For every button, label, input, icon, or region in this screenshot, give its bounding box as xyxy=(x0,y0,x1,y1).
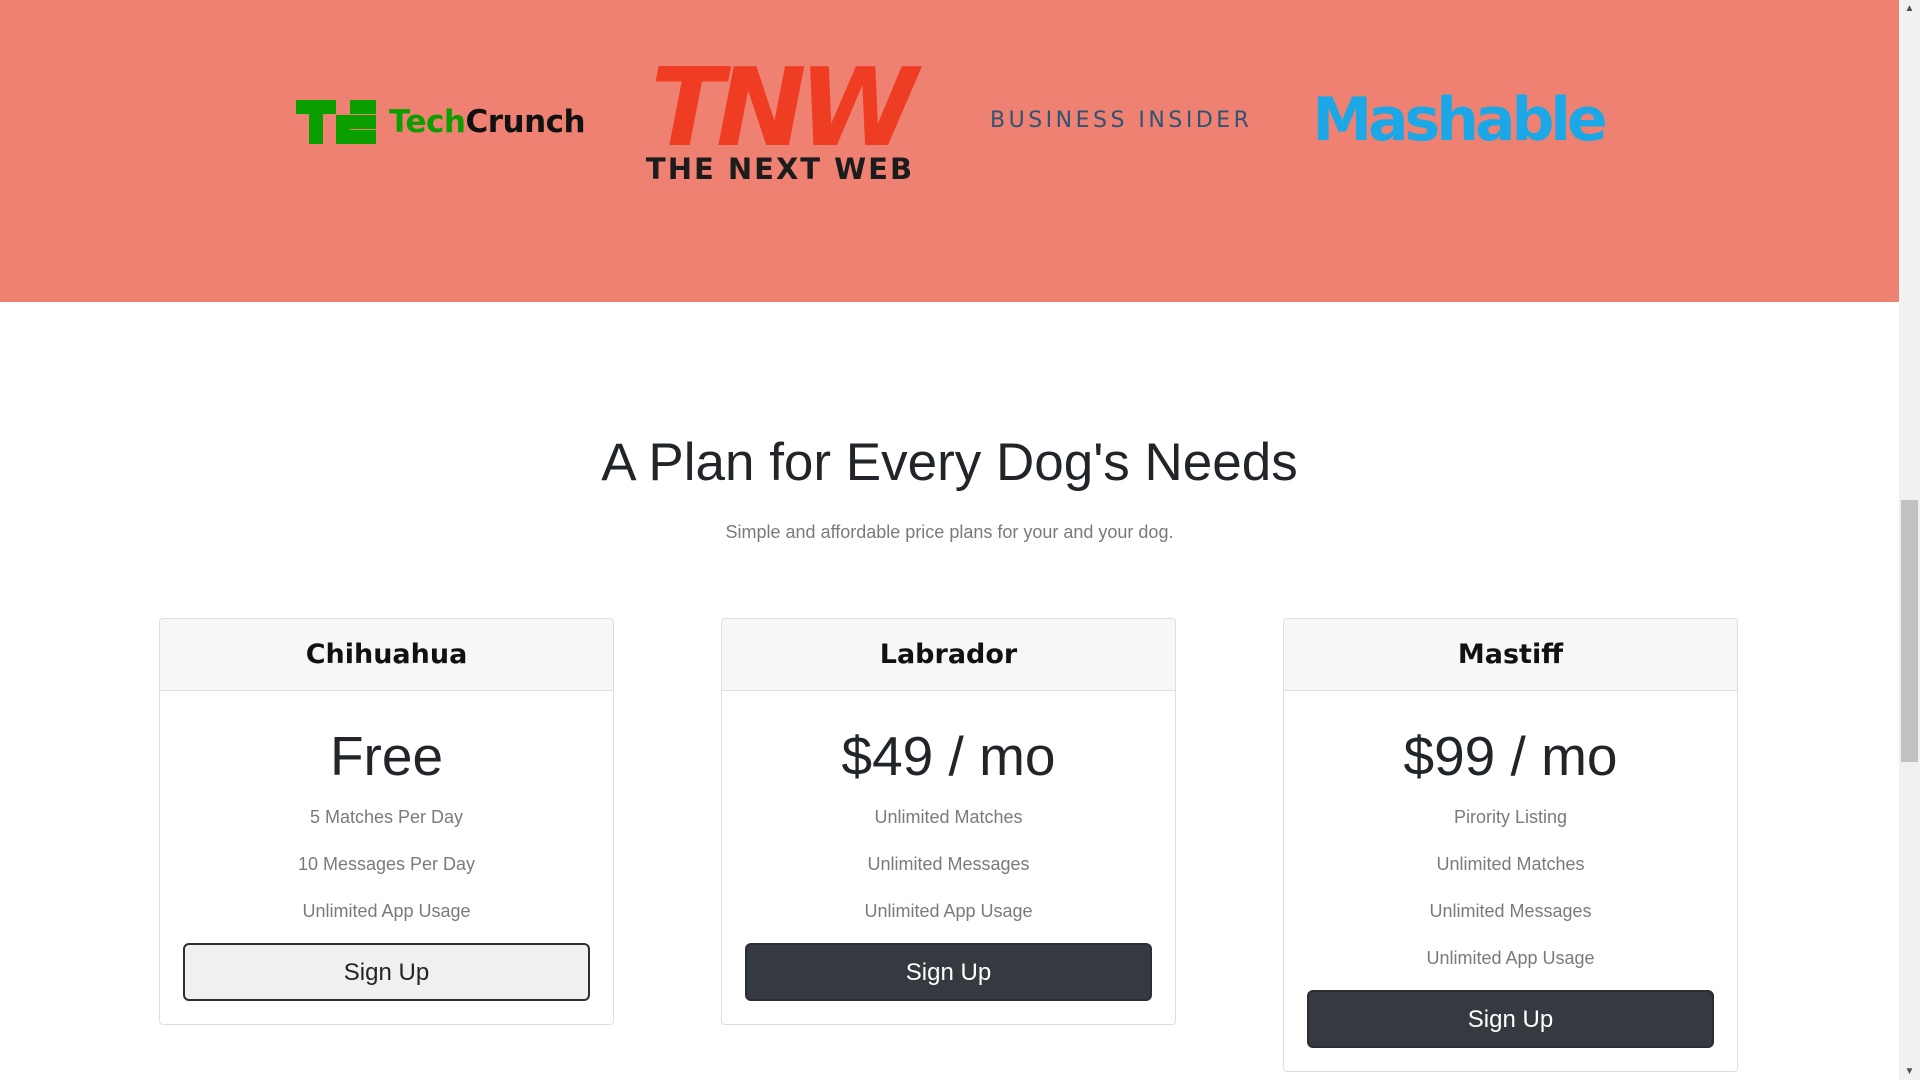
plan-feature: Unlimited App Usage xyxy=(1426,948,1595,968)
plan-features: Pirority Listing Unlimited Matches Unlim… xyxy=(1284,802,1737,990)
plan-card-mastiff: Mastiff $99 / mo Pirority Listing Unlimi… xyxy=(1283,618,1738,1072)
page: TechCrunch TNW THE NEXT WEB BUSINESS INS… xyxy=(0,0,1899,1080)
vertical-scrollbar[interactable]: ▲ ▼ xyxy=(1899,0,1920,1080)
techcrunch-tc-icon xyxy=(296,100,376,144)
tnw-mark: TNW xyxy=(650,46,917,171)
sign-up-button-labrador[interactable]: Sign Up xyxy=(745,943,1152,1001)
sign-up-button-mastiff[interactable]: Sign Up xyxy=(1307,990,1714,1048)
plan-card-chihuahua: Chihuahua Free 5 Matches Per Day 10 Mess… xyxy=(159,618,614,1025)
techcrunch-logo: TechCrunch xyxy=(296,100,586,144)
the-next-web-logo: TNW THE NEXT WEB xyxy=(637,46,923,188)
plan-name: Labrador xyxy=(722,619,1175,691)
pricing-title: A Plan for Every Dog's Needs xyxy=(601,433,1298,492)
press-logos-band: TechCrunch TNW THE NEXT WEB BUSINESS INS… xyxy=(0,0,1899,302)
scroll-down-arrow-icon[interactable]: ▼ xyxy=(1899,1063,1920,1080)
techcrunch-wordmark: TechCrunch xyxy=(389,104,586,140)
business-insider-logo: BUSINESS INSIDER xyxy=(990,108,1253,133)
plan-card-labrador: Labrador $49 / mo Unlimited Matches Unli… xyxy=(721,618,1176,1025)
plan-features: 5 Matches Per Day 10 Messages Per Day Un… xyxy=(160,802,613,943)
tnw-subtitle: THE NEXT WEB xyxy=(645,152,915,186)
plan-price: Free xyxy=(329,725,444,787)
plan-name: Chihuahua xyxy=(160,619,613,691)
scrollbar-thumb[interactable] xyxy=(1901,500,1918,762)
plan-feature: Unlimited App Usage xyxy=(864,901,1033,921)
plan-name: Mastiff xyxy=(1284,619,1737,691)
plan-feature: Unlimited Messages xyxy=(867,854,1030,874)
plan-price: $49 / mo xyxy=(841,725,1056,787)
mashable-logo: Mashable xyxy=(1312,85,1607,155)
plan-features: Unlimited Matches Unlimited Messages Unl… xyxy=(722,802,1175,943)
plan-feature: Unlimited Messages xyxy=(1429,901,1592,921)
plan-feature: Unlimited App Usage xyxy=(302,901,471,921)
sign-up-button-chihuahua[interactable]: Sign Up xyxy=(183,943,590,1001)
scroll-up-arrow-icon[interactable]: ▲ xyxy=(1899,0,1920,17)
plan-feature: Unlimited Matches xyxy=(1436,854,1585,874)
plan-feature: 10 Messages Per Day xyxy=(297,854,476,874)
plan-price: $99 / mo xyxy=(1403,725,1618,787)
plan-feature: Pirority Listing xyxy=(1453,807,1568,827)
plan-feature: Unlimited Matches xyxy=(874,807,1023,827)
pricing-subtitle: Simple and affordable price plans for yo… xyxy=(725,522,1174,542)
plan-feature: 5 Matches Per Day xyxy=(309,807,464,827)
